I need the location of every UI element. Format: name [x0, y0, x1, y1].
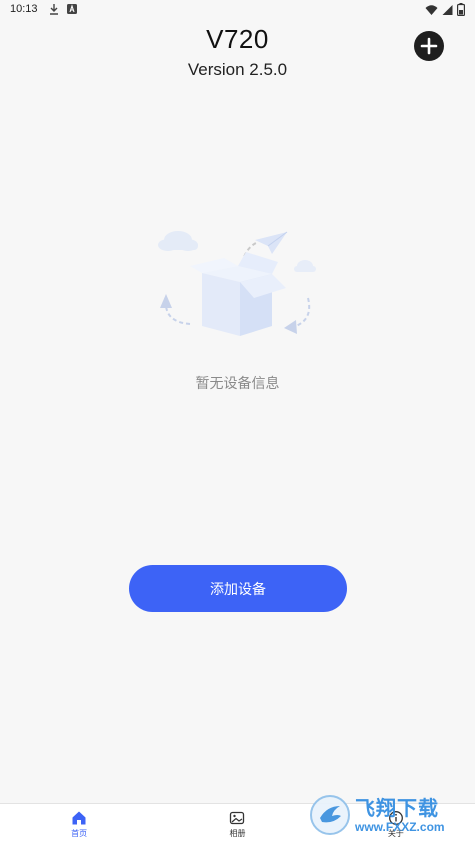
nav-label-home: 首页: [71, 829, 88, 838]
version-label: Version 2.5.0: [187, 60, 288, 79]
nav-label-album: 相册: [229, 829, 246, 838]
status-time: 10:13: [10, 3, 38, 15]
battery-icon: [457, 3, 466, 19]
signal-icon: [442, 4, 453, 19]
home-icon: [71, 810, 87, 826]
add-device-button[interactable]: 添加设备: [129, 565, 347, 612]
page-title: V720: [206, 24, 269, 54]
watermark-logo: 飞翔下载 www.FXXZ.com: [309, 794, 469, 836]
status-bar: 10:13: [0, 0, 475, 20]
text-a-icon: [66, 3, 78, 15]
watermark-brand-en: www.FXXZ.com: [355, 819, 445, 834]
download-icon: [48, 3, 60, 15]
album-icon: [229, 810, 245, 826]
nav-item-album[interactable]: 相册: [158, 804, 316, 844]
nav-item-home[interactable]: 首页: [0, 804, 158, 844]
wifi-icon: [425, 4, 438, 19]
add-device-icon-button[interactable]: [414, 31, 444, 61]
empty-box-illustration: [150, 218, 325, 353]
plus-circle-icon: [420, 37, 438, 55]
status-icons: [425, 3, 466, 19]
watermark-emblem-icon: [309, 794, 351, 836]
empty-state-message: 暂无设备信息: [195, 376, 280, 392]
watermark-brand-cn: 飞翔下载: [355, 795, 439, 820]
